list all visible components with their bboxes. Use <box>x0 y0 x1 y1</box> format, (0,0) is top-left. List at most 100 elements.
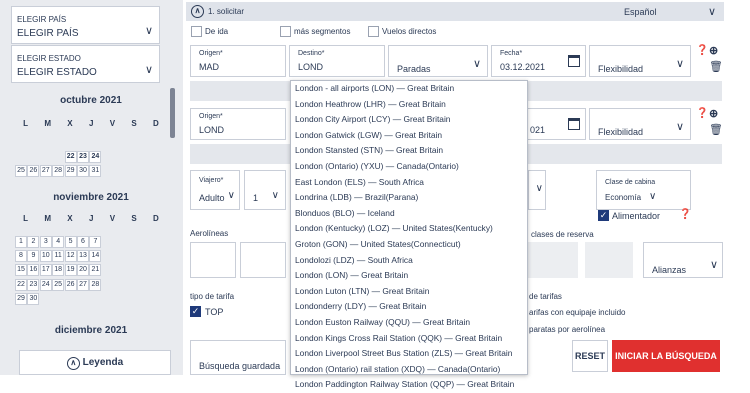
destination-suggestion-item[interactable]: London Luton (LTN) — Great Britain <box>291 284 527 300</box>
calendar-day[interactable]: 26 <box>64 278 77 291</box>
calendar-day[interactable]: 8 <box>15 250 27 263</box>
help-icon[interactable]: ❓ <box>696 45 708 56</box>
calendar-icon[interactable] <box>568 118 580 130</box>
destination-suggestion-item[interactable]: London City Airport (LCY) — Great Britai… <box>291 112 527 128</box>
calendar-day[interactable]: 1 <box>15 236 27 248</box>
destination-field-1[interactable]: Destino* LOND <box>289 45 385 77</box>
calendar-day[interactable]: 16 <box>27 264 40 277</box>
direct-flights-checkbox[interactable] <box>368 26 379 37</box>
calendar-day[interactable]: 23 <box>27 278 40 291</box>
destination-suggestion-item[interactable]: Groton (GON) — United States(Connecticut… <box>291 237 527 253</box>
step-header[interactable]: ∧ 1. solicitar Español ∨ <box>186 2 724 21</box>
calendar-day[interactable]: 28 <box>52 165 65 178</box>
destination-suggestion-item[interactable]: Londonderry (LDY) — Great Britain <box>291 299 527 315</box>
calendar-day[interactable]: 11 <box>52 250 65 263</box>
calendar-day[interactable]: 31 <box>89 165 102 178</box>
destination-suggestions-dropdown[interactable]: London - all airports (LON) — Great Brit… <box>290 80 528 389</box>
calendar-day[interactable]: 30 <box>77 165 89 178</box>
country-select[interactable]: ELEGIR PAÍS ELEGIR PAÍS ∨ <box>11 6 160 44</box>
legend-button[interactable]: ∧ Leyenda <box>19 350 171 375</box>
destination-suggestion-item[interactable]: London Stansted (STN) — Great Britain <box>291 143 527 159</box>
destination-suggestion-item[interactable]: London (LON) — Great Britain <box>291 268 527 284</box>
calendar-day[interactable]: 4 <box>52 236 65 248</box>
traveler-count-select[interactable]: 1 ∨ <box>244 170 286 210</box>
traveler-type-select[interactable]: Viajero* Adulto ∨ <box>190 170 240 210</box>
language-select[interactable]: Español ∨ <box>616 2 724 21</box>
cabin-class-select[interactable]: Clase de cabina Economía ∨ <box>596 170 691 210</box>
calendar-day[interactable]: 7 <box>89 236 102 248</box>
calendar-icon[interactable] <box>568 55 580 67</box>
calendar-day[interactable]: 13 <box>77 250 89 263</box>
start-search-button[interactable]: INICIAR LA BÚSQUEDA <box>612 340 720 372</box>
calendar-day[interactable]: 29 <box>64 165 77 178</box>
destination-suggestion-item[interactable]: London (Ontario) (YXU) — Canada(Ontario) <box>291 159 527 175</box>
airline-input-2[interactable] <box>240 242 286 278</box>
weekday-header: LMXJVSD <box>11 214 171 223</box>
one-way-checkbox[interactable] <box>191 26 202 37</box>
stops-select[interactable]: Paradas ∨ <box>388 45 488 77</box>
calendar-day[interactable]: 15 <box>15 264 27 277</box>
help-icon[interactable]: ❓ <box>696 108 708 119</box>
booking-class-input-2[interactable] <box>585 242 633 278</box>
flexibility-select-1[interactable]: Flexibilidad ∨ <box>589 45 691 77</box>
calendar-day[interactable]: 27 <box>39 165 52 178</box>
calendar-day[interactable]: 30 <box>27 292 40 305</box>
calendar-day[interactable]: 27 <box>77 278 89 291</box>
destination-suggestion-item[interactable]: London (Kentucky) (LOZ) — United States(… <box>291 221 527 237</box>
saved-search-select[interactable]: Búsqueda guardada <box>190 340 286 375</box>
hidden-select[interactable]: ∨ <box>528 170 546 210</box>
destination-suggestion-item[interactable]: East London (ELS) — South Africa <box>291 175 527 191</box>
destination-suggestion-item[interactable]: Blonduos (BLO) — Iceland <box>291 206 527 222</box>
state-select[interactable]: ELEGIR ESTADO ELEGIR ESTADO ∨ <box>11 45 160 83</box>
calendar-day[interactable]: 21 <box>89 264 102 277</box>
calendar-day[interactable]: 6 <box>77 236 89 248</box>
more-segments-checkbox[interactable] <box>280 26 291 37</box>
feeder-checkbox[interactable]: ✓ <box>598 210 609 221</box>
calendar-day[interactable]: 3 <box>39 236 52 248</box>
origin-field-2[interactable]: Origen* LOND <box>190 108 286 140</box>
calendar-day[interactable]: 23 <box>77 151 89 163</box>
calendar-day[interactable]: 17 <box>39 264 52 277</box>
destination-suggestion-item[interactable]: London - all airports (LON) — Great Brit… <box>291 81 527 97</box>
calendar-day[interactable]: 22 <box>15 278 27 291</box>
calendar-day[interactable]: 25 <box>15 165 27 178</box>
top-checkbox[interactable]: ✓ <box>190 306 201 317</box>
date-field-1[interactable]: Fecha* 03.12.2021 <box>491 45 586 77</box>
calendar-day[interactable]: 10 <box>39 250 52 263</box>
calendar-day[interactable]: 26 <box>27 165 40 178</box>
alliances-select[interactable]: Alianzas ∨ <box>643 242 723 278</box>
calendar-day[interactable]: 9 <box>27 250 40 263</box>
calendar-day[interactable]: 24 <box>39 278 52 291</box>
calendar-day[interactable]: 22 <box>64 151 77 163</box>
destination-suggestion-item[interactable]: Londolozi (LDZ) — South Africa <box>291 253 527 269</box>
airline-input-1[interactable] <box>190 242 236 278</box>
delete-icon[interactable]: 🗑 <box>709 123 723 136</box>
destination-suggestion-item[interactable]: Londrina (LDB) — Brazil(Parana) <box>291 190 527 206</box>
calendar-day[interactable]: 5 <box>64 236 77 248</box>
delete-icon[interactable]: 🗑 <box>709 60 723 73</box>
calendar-day[interactable]: 12 <box>64 250 77 263</box>
calendar-day[interactable]: 25 <box>52 278 65 291</box>
destination-suggestion-item[interactable]: London Liverpool Street Bus Station (ZLS… <box>291 346 527 362</box>
calendar-day[interactable]: 20 <box>77 264 89 277</box>
origin-field-1[interactable]: Origen* MAD <box>190 45 286 77</box>
calendar-day[interactable]: 18 <box>52 264 65 277</box>
calendar-day[interactable]: 29 <box>15 292 27 305</box>
add-segment-icon[interactable]: ⊕ <box>709 107 718 120</box>
calendar-day[interactable]: 24 <box>89 151 102 163</box>
add-segment-icon[interactable]: ⊕ <box>709 44 718 57</box>
booking-class-input-1[interactable] <box>528 242 578 278</box>
destination-suggestion-item[interactable]: London Heathrow (LHR) — Great Britain <box>291 97 527 113</box>
flexibility-select-2[interactable]: Flexibilidad ∨ <box>589 108 691 140</box>
destination-suggestion-item[interactable]: London Kings Cross Rail Station (QQK) — … <box>291 331 527 347</box>
calendar-day[interactable]: 14 <box>89 250 102 263</box>
calendar-day[interactable]: 2 <box>27 236 40 248</box>
sidebar-scrollbar[interactable] <box>170 88 175 138</box>
destination-suggestion-item[interactable]: London Paddington Railway Station (QQP) … <box>291 377 527 393</box>
help-icon[interactable]: ❓ <box>679 209 691 220</box>
destination-suggestion-item[interactable]: London Gatwick (LGW) — Great Britain <box>291 128 527 144</box>
destination-suggestion-item[interactable]: London Euston Railway (QQU) — Great Brit… <box>291 315 527 331</box>
calendar-day[interactable]: 28 <box>89 278 102 291</box>
calendar-day[interactable]: 19 <box>64 264 77 277</box>
reset-button[interactable]: RESET <box>572 340 608 372</box>
